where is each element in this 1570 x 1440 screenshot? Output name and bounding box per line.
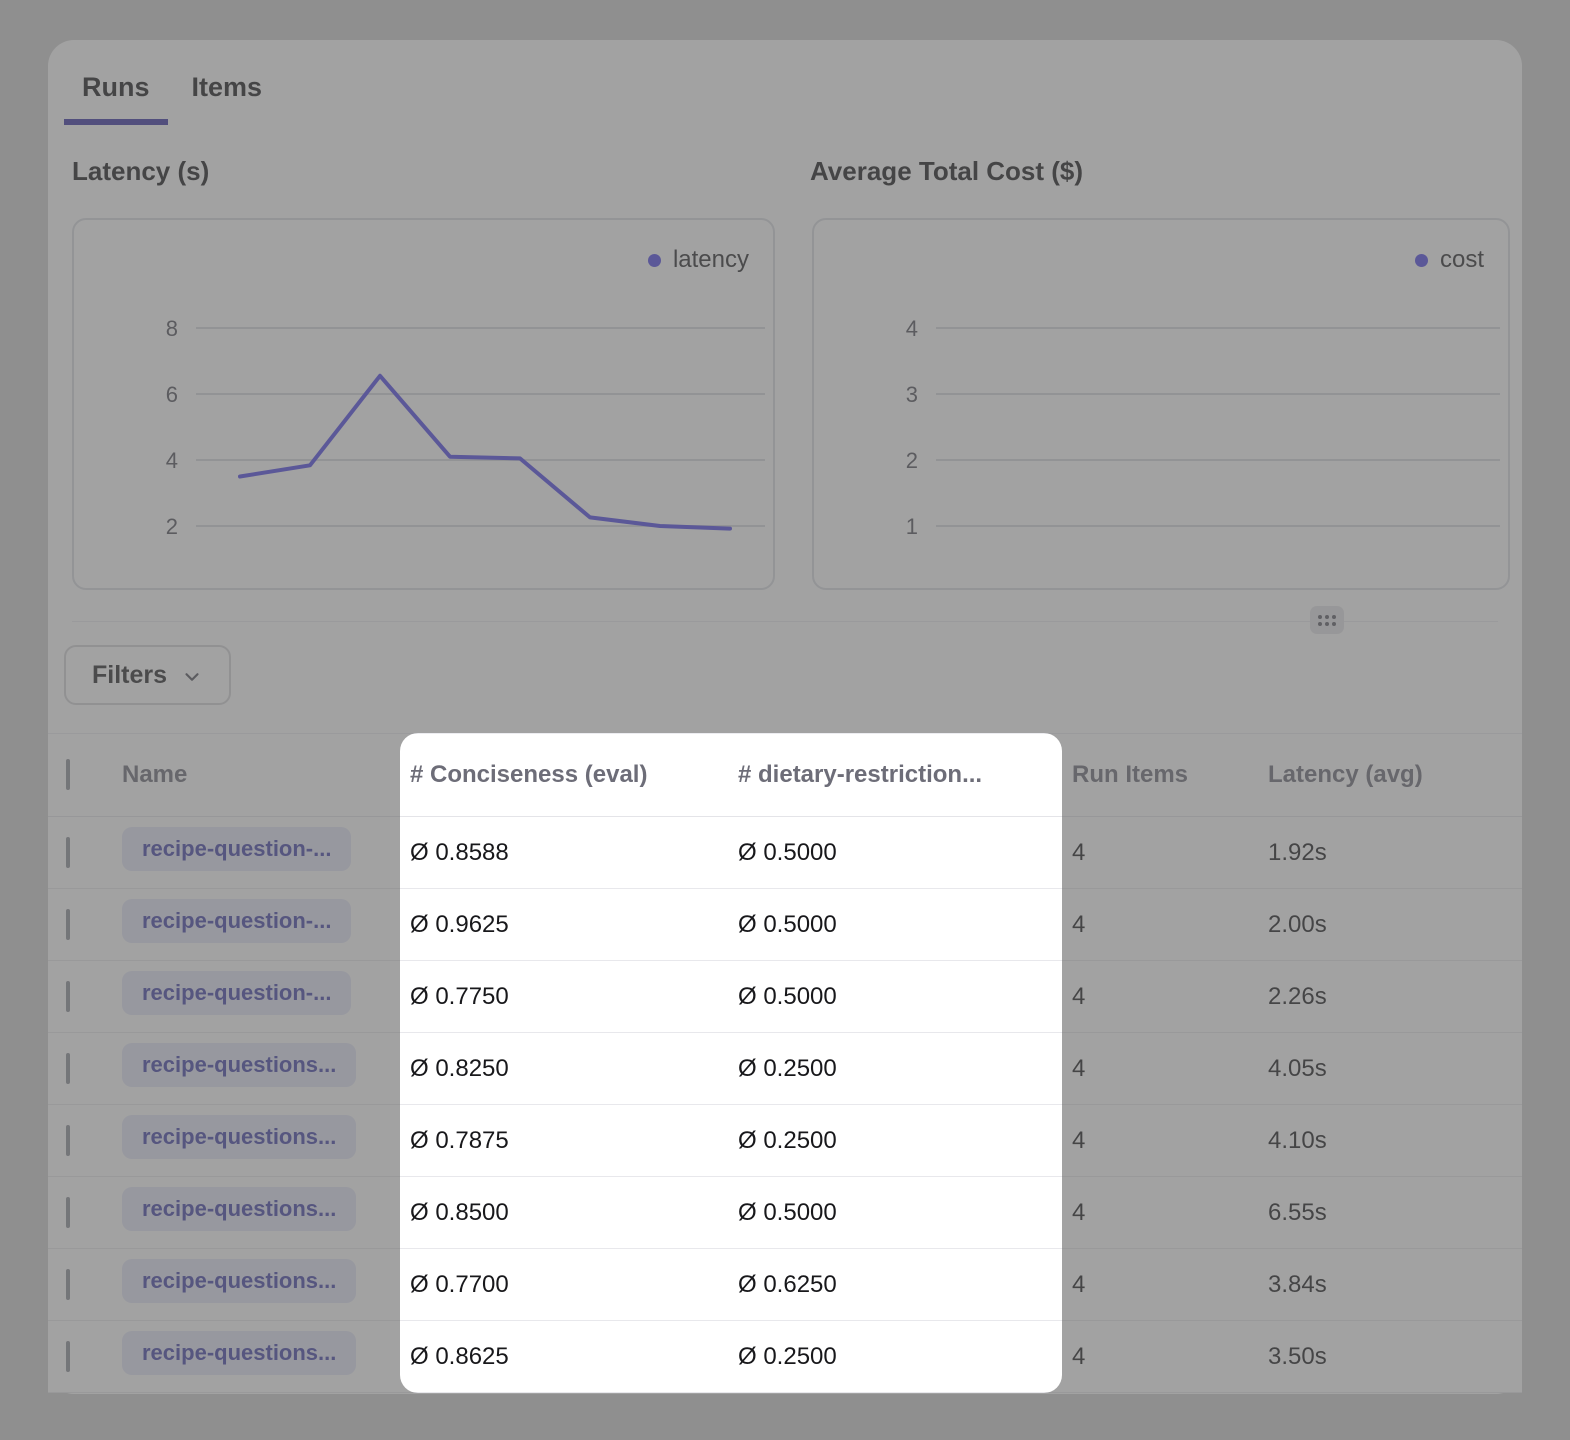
row-checkbox[interactable] xyxy=(66,981,70,1012)
cost-legend-dot-icon xyxy=(1415,254,1428,267)
select-all-checkbox[interactable] xyxy=(66,759,70,790)
dietary-restriction-value: Ø 0.2500 xyxy=(738,1055,1072,1083)
dietary-restriction-value: Ø 0.5000 xyxy=(738,911,1072,939)
run-items-value: 4 xyxy=(1072,1055,1268,1083)
latency-avg-value: 6.55s xyxy=(1268,1199,1522,1227)
run-name-badge[interactable]: recipe-question-... xyxy=(122,827,351,871)
row-checkbox[interactable] xyxy=(66,1053,70,1084)
dietary-restriction-value: Ø 0.5000 xyxy=(738,1199,1072,1227)
svg-text:4: 4 xyxy=(906,316,918,341)
panel-divider xyxy=(72,621,1498,622)
conciseness-value: Ø 0.9625 xyxy=(410,911,738,939)
run-items-value: 4 xyxy=(1072,1271,1268,1299)
run-items-value: 4 xyxy=(1072,1199,1268,1227)
dietary-restriction-value: Ø 0.5000 xyxy=(738,983,1072,1011)
run-items-value: 4 xyxy=(1072,983,1268,1011)
runs-panel: Runs Items Latency (s) Average Total Cos… xyxy=(48,40,1522,1394)
latency-legend: latency xyxy=(648,246,749,274)
latency-chart-canvas: 8 6 4 2 xyxy=(74,220,773,588)
latency-avg-value: 3.84s xyxy=(1268,1271,1522,1299)
run-items-value: 4 xyxy=(1072,1127,1268,1155)
filters-button[interactable]: Filters xyxy=(64,645,231,705)
latency-avg-value: 4.10s xyxy=(1268,1127,1522,1155)
row-checkbox[interactable] xyxy=(66,909,70,940)
latency-avg-value: 2.00s xyxy=(1268,911,1522,939)
latency-legend-dot-icon xyxy=(648,254,661,267)
svg-text:8: 8 xyxy=(166,316,178,341)
svg-text:1: 1 xyxy=(906,514,918,539)
latency-legend-label: latency xyxy=(673,246,749,274)
latency-avg-value: 4.05s xyxy=(1268,1055,1522,1083)
tab-runs[interactable]: Runs xyxy=(64,64,168,125)
latency-avg-value: 1.92s xyxy=(1268,839,1522,867)
run-items-value: 4 xyxy=(1072,1343,1268,1371)
cost-chart-title: Average Total Cost ($) xyxy=(810,156,1083,187)
run-items-value: 4 xyxy=(1072,839,1268,867)
run-name-badge[interactable]: recipe-questions... xyxy=(122,1043,356,1087)
column-header-dietary-restriction[interactable]: # dietary-restriction... xyxy=(738,761,1072,789)
cost-legend-label: cost xyxy=(1440,246,1484,274)
latency-avg-value: 3.50s xyxy=(1268,1343,1522,1371)
tab-items[interactable]: Items xyxy=(174,64,281,125)
conciseness-value: Ø 0.8625 xyxy=(410,1343,738,1371)
latency-chart-title: Latency (s) xyxy=(72,156,209,187)
run-name-badge[interactable]: recipe-questions... xyxy=(122,1259,356,1303)
conciseness-value: Ø 0.8250 xyxy=(410,1055,738,1083)
svg-text:4: 4 xyxy=(166,448,178,473)
table-row: recipe-questions... Ø 0.8625 Ø 0.2500 4 … xyxy=(48,1321,1522,1393)
dietary-restriction-value: Ø 0.5000 xyxy=(738,839,1072,867)
conciseness-value: Ø 0.8588 xyxy=(410,839,738,867)
table-row: recipe-question-... Ø 0.8588 Ø 0.5000 4 … xyxy=(48,817,1522,889)
column-header-run-items[interactable]: Run Items xyxy=(1072,761,1268,789)
run-name-badge[interactable]: recipe-questions... xyxy=(122,1115,356,1159)
cost-chart-canvas: 4 3 2 1 xyxy=(814,220,1508,588)
tab-bar: Runs Items xyxy=(64,64,280,125)
table-row: recipe-questions... Ø 0.7875 Ø 0.2500 4 … xyxy=(48,1105,1522,1177)
filters-button-label: Filters xyxy=(92,661,167,690)
dietary-restriction-value: Ø 0.2500 xyxy=(738,1343,1072,1371)
chevron-down-icon xyxy=(181,666,203,688)
run-name-badge[interactable]: recipe-question-... xyxy=(122,899,351,943)
conciseness-value: Ø 0.7700 xyxy=(410,1271,738,1299)
table-row: recipe-questions... Ø 0.8500 Ø 0.5000 4 … xyxy=(48,1177,1522,1249)
table-row: recipe-questions... Ø 0.7700 Ø 0.6250 4 … xyxy=(48,1249,1522,1321)
table-row: recipe-question-... Ø 0.7750 Ø 0.5000 4 … xyxy=(48,961,1522,1033)
dietary-restriction-value: Ø 0.6250 xyxy=(738,1271,1072,1299)
svg-text:2: 2 xyxy=(166,514,178,539)
column-header-name[interactable]: Name xyxy=(122,761,410,789)
table-row: recipe-question-... Ø 0.9625 Ø 0.5000 4 … xyxy=(48,889,1522,961)
row-checkbox[interactable] xyxy=(66,1269,70,1300)
row-checkbox[interactable] xyxy=(66,1341,70,1372)
conciseness-value: Ø 0.8500 xyxy=(410,1199,738,1227)
dietary-restriction-value: Ø 0.2500 xyxy=(738,1127,1072,1155)
cost-chart: cost 4 3 2 1 xyxy=(812,218,1510,590)
svg-text:6: 6 xyxy=(166,382,178,407)
svg-text:3: 3 xyxy=(906,382,918,407)
svg-text:2: 2 xyxy=(906,448,918,473)
run-name-badge[interactable]: recipe-questions... xyxy=(122,1187,356,1231)
conciseness-value: Ø 0.7875 xyxy=(410,1127,738,1155)
row-checkbox[interactable] xyxy=(66,837,70,868)
row-checkbox[interactable] xyxy=(66,1125,70,1156)
column-header-latency-avg[interactable]: Latency (avg) xyxy=(1268,761,1522,789)
cost-legend: cost xyxy=(1415,246,1484,274)
resize-grip-icon[interactable] xyxy=(1310,606,1344,634)
run-items-value: 4 xyxy=(1072,911,1268,939)
table-header-row: Name # Conciseness (eval) # dietary-rest… xyxy=(48,733,1522,817)
run-name-badge[interactable]: recipe-questions... xyxy=(122,1331,356,1375)
column-header-conciseness[interactable]: # Conciseness (eval) xyxy=(410,761,738,789)
table-row: recipe-questions... Ø 0.8250 Ø 0.2500 4 … xyxy=(48,1033,1522,1105)
run-name-badge[interactable]: recipe-question-... xyxy=(122,971,351,1015)
latency-avg-value: 2.26s xyxy=(1268,983,1522,1011)
latency-chart: latency 8 6 4 2 xyxy=(72,218,775,590)
runs-table: Name # Conciseness (eval) # dietary-rest… xyxy=(48,733,1522,1393)
conciseness-value: Ø 0.7750 xyxy=(410,983,738,1011)
row-checkbox[interactable] xyxy=(66,1197,70,1228)
